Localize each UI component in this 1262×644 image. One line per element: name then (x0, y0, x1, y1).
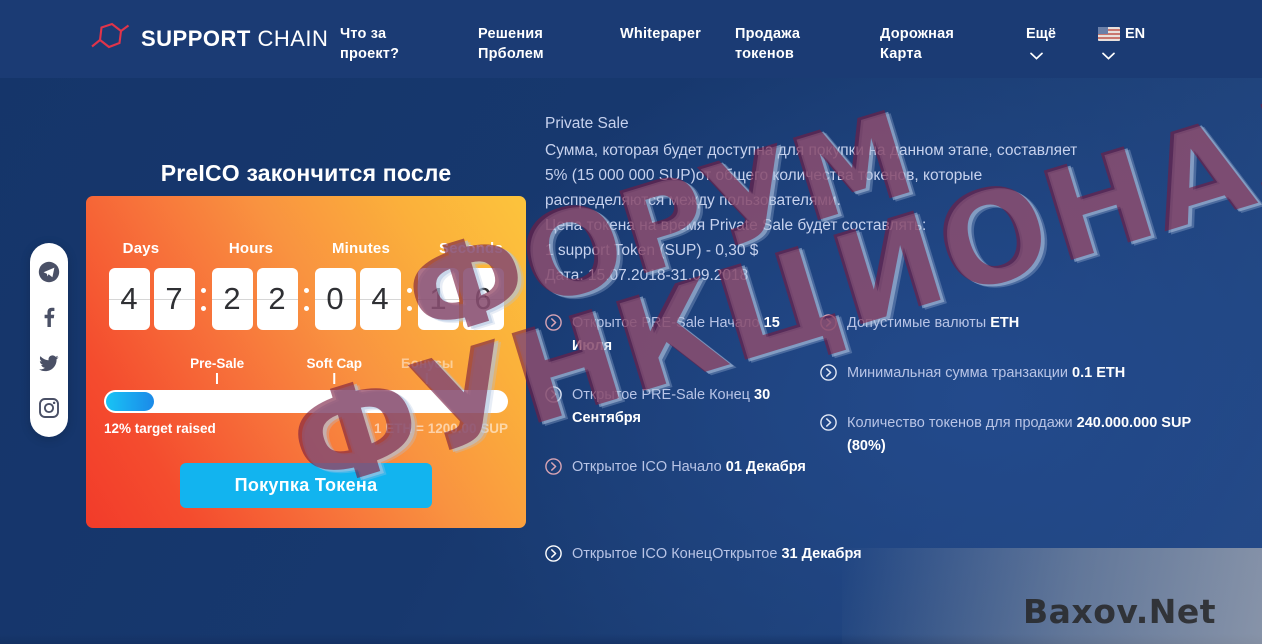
nav-item-about[interactable]: Что за проект? (340, 24, 432, 64)
nav-language-dropdown[interactable]: EN (1098, 24, 1145, 60)
private-sale-line: Дата: 15.07.2018-31.09.2018 (545, 267, 749, 284)
milestones-column-left: Открытое PRE-Sale Начало 15 Июля Открыто… (545, 312, 820, 506)
countdown-label-seconds: Seconds (439, 240, 503, 257)
site-logo[interactable]: SUPPORT CHAIN (88, 22, 328, 56)
list-item-label: Открытое ICO Начало (572, 459, 726, 475)
ico-countdown-card: Days Hours Minutes Seconds 4 7 2 2 0 4 1 (86, 196, 526, 528)
list-item[interactable]: Открытое ICO Начало 01 Декабря (545, 456, 820, 480)
list-item[interactable]: Открытое PRE-Sale Начало 15 Июля (545, 312, 820, 358)
countdown-label-days: Days (122, 240, 160, 257)
list-item[interactable]: Количество токенов для продажи 240.000.0… (820, 412, 1210, 458)
private-sale-line: 1 support Token (SUP) - 0,30 $ (545, 242, 759, 259)
countdown-timer: 4 7 2 2 0 4 1 6 (86, 268, 526, 330)
us-flag-icon (1098, 27, 1120, 41)
countdown-digit: 4 (359, 268, 401, 330)
list-item[interactable]: Допустимые валюты ETH (820, 312, 1210, 336)
private-sale-info: Private Sale Сумма, которая будет доступ… (545, 112, 1205, 288)
nav-item-roadmap[interactable]: Дорожная Карта (880, 24, 980, 64)
countdown-digit: 0 (314, 268, 356, 330)
nav-item-whitepaper[interactable]: Whitepaper (620, 24, 730, 44)
countdown-label-hours: Hours (228, 240, 274, 257)
private-sale-title: Private Sale (545, 115, 629, 132)
countdown-digit: 6 (462, 268, 504, 330)
list-item-value: 0.1 ETH (1072, 365, 1126, 381)
list-item-label: Минимальная сумма транзакции (847, 365, 1073, 381)
facebook-icon[interactable] (36, 304, 62, 330)
countdown-group-days: 4 7 (108, 268, 195, 330)
buy-token-button[interactable]: Покупка Токена (180, 463, 432, 508)
list-item-label: Открытое PRE-Sale Конец (572, 387, 754, 403)
milestones-column-right: Допустимые валюты ETH Минимальная сумма … (820, 312, 1210, 506)
progress-milestone-bonuses: Бонусы (401, 356, 453, 384)
countdown-digit: 7 (153, 268, 195, 330)
countdown-unit-labels: Days Hours Minutes Seconds (86, 240, 526, 257)
private-sale-line: 5% (15 000 000 SUP)от общего количества … (545, 167, 983, 184)
logo-word-chain: CHAIN (257, 26, 329, 51)
countdown-group-seconds: 1 6 (417, 268, 504, 330)
countdown-separator (195, 268, 212, 330)
list-item-value: 31 Декабря (781, 546, 862, 562)
nav-more-label: Ещё (1026, 26, 1056, 42)
twitter-icon[interactable] (36, 350, 62, 376)
list-item[interactable]: Минимальная сумма транзакции 0.1 ETH (820, 362, 1210, 386)
top-navigation-bar: SUPPORT CHAIN Что за проект? Решения Прб… (0, 0, 1262, 78)
logo-wordmark: SUPPORT CHAIN (141, 26, 328, 52)
exchange-rate-text: 1 ETH = 1200.00 SUP (374, 421, 508, 436)
list-item-label: Открытое ICO КонецОткрытое (572, 546, 782, 562)
progress-milestone-softcap: Soft Cap (307, 356, 362, 384)
countdown-heading: PreICO закончится после (160, 160, 452, 186)
private-sale-line: Сумма, которая будет доступна для покупк… (545, 142, 1078, 159)
countdown-digit: 2 (211, 268, 253, 330)
ico-milestone-final: Открытое ICO КонецОткрытое 31 Декабря (545, 543, 945, 593)
private-sale-line: Цена токена на время Private Sale будет … (545, 217, 927, 234)
instagram-icon[interactable] (36, 395, 62, 421)
countdown-digit: 4 (108, 268, 150, 330)
list-item-label: Открытое PRE-Sale Начало (572, 315, 764, 331)
countdown-separator (298, 268, 315, 330)
progress-footer: 12% target raised 1 ETH = 1200.00 SUP (104, 421, 508, 436)
chevron-down-icon (1030, 52, 1043, 60)
chevron-circle-right-icon (545, 314, 562, 336)
nav-language-label: EN (1125, 26, 1146, 42)
funding-progress-section: Pre-Sale Soft Cap Бонусы 12% target rais… (104, 356, 508, 436)
countdown-digit: 2 (256, 268, 298, 330)
list-item-value: ETH (990, 315, 1020, 331)
chevron-circle-right-icon (545, 386, 562, 408)
progress-milestone-labels: Pre-Sale Soft Cap Бонусы (104, 356, 508, 390)
countdown-group-minutes: 0 4 (314, 268, 401, 330)
chevron-circle-right-icon (820, 414, 837, 436)
progress-bar[interactable] (104, 390, 508, 413)
social-links-rail (30, 243, 68, 437)
progress-bar-fill (106, 392, 154, 411)
list-item-value: 01 Декабря (725, 459, 806, 475)
target-raised-text: 12% target raised (104, 421, 216, 436)
hexagon-molecule-icon (88, 22, 130, 56)
countdown-digit: 1 (417, 268, 459, 330)
list-item[interactable]: Открытое PRE-Sale Конец 30 Сентября (545, 384, 820, 430)
nav-item-solutions[interactable]: Решения Прболем (478, 24, 570, 64)
progress-milestone-presale: Pre-Sale (190, 356, 244, 384)
list-item-label: Допустимые валюты (847, 315, 991, 331)
chevron-circle-right-icon (820, 364, 837, 386)
ico-landing-page: SUPPORT CHAIN Что за проект? Решения Прб… (0, 0, 1262, 644)
nav-item-more-dropdown[interactable]: Ещё (1026, 24, 1056, 60)
countdown-group-hours: 2 2 (211, 268, 298, 330)
ico-milestones-list: Открытое PRE-Sale Начало 15 Июля Открыто… (545, 312, 1210, 506)
countdown-label-minutes: Minutes (331, 240, 391, 257)
bottom-edge-fade (0, 634, 1262, 644)
list-item-label: Количество токенов для продажи (847, 415, 1077, 431)
private-sale-line: распределяются между пользователями. (545, 192, 841, 209)
countdown-separator (401, 268, 418, 330)
logo-word-support: SUPPORT (141, 26, 251, 51)
chevron-down-icon (1102, 52, 1115, 60)
chevron-circle-right-icon (820, 314, 837, 336)
chevron-circle-right-icon (545, 458, 562, 480)
list-item[interactable]: Открытое ICO КонецОткрытое 31 Декабря (545, 543, 945, 567)
brand-watermark: Baxov.Net (1023, 592, 1217, 631)
telegram-icon[interactable] (36, 259, 62, 285)
chevron-circle-right-icon (545, 545, 562, 567)
nav-item-token-sale[interactable]: Продажа токенов (735, 24, 830, 64)
